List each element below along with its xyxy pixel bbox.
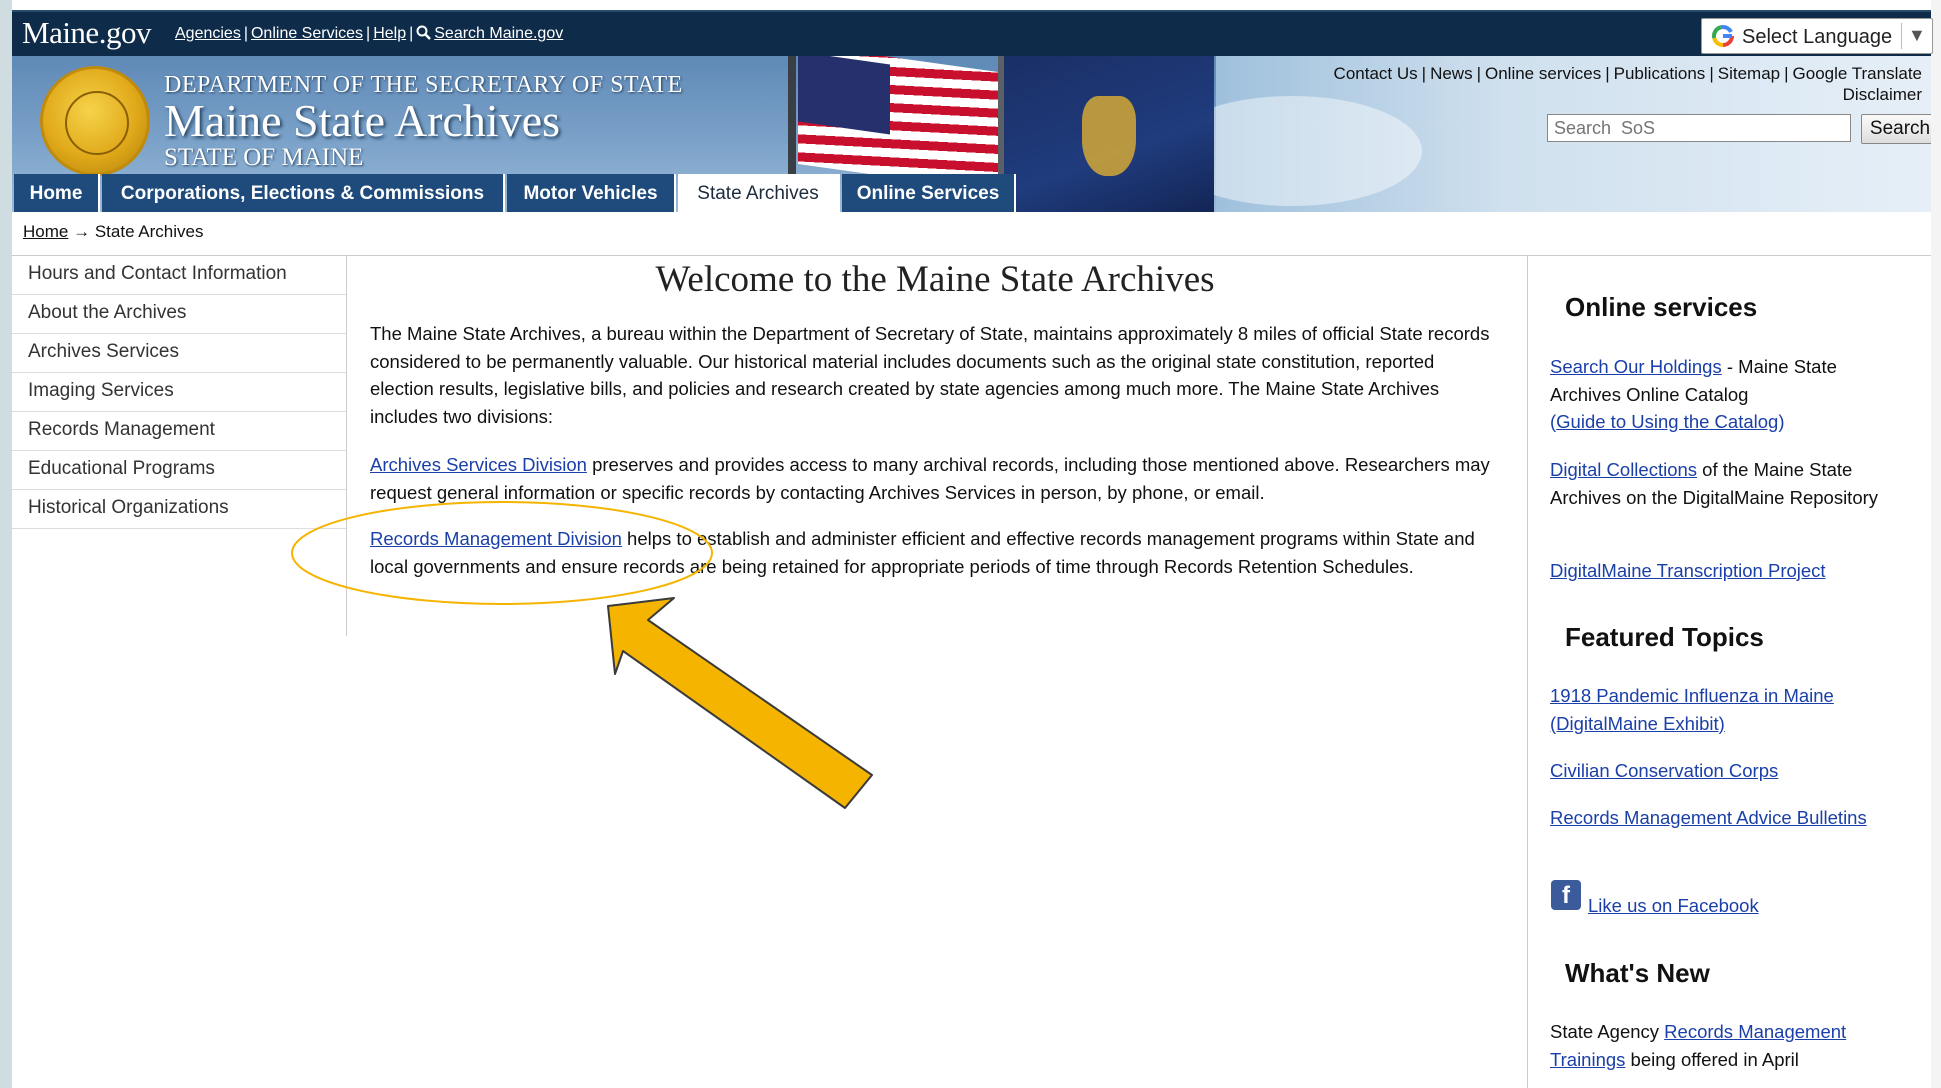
breadcrumb-home-link[interactable]: Home xyxy=(23,222,68,241)
disclaimer-link[interactable]: Disclaimer xyxy=(1802,85,1922,105)
facebook-icon[interactable]: f xyxy=(1551,880,1581,910)
dropdown-arrow-icon: ▼ xyxy=(1908,25,1926,45)
civilian-conservation-corps-link[interactable]: Civilian Conservation Corps xyxy=(1550,760,1778,781)
sitemap-link[interactable]: Sitemap xyxy=(1718,64,1780,83)
search-maine-gov-link[interactable]: Search Maine.gov xyxy=(434,25,563,42)
google-g-icon xyxy=(1710,23,1736,49)
featured-item: Records Management Advice Bulletins xyxy=(1550,804,1890,832)
search-icon xyxy=(416,25,432,45)
us-flag-canton xyxy=(798,56,890,135)
whats-new-suffix: being offered in April xyxy=(1625,1048,1799,1070)
sidebar-divider xyxy=(346,256,347,636)
maine-gov-logo[interactable]: Maine.gov xyxy=(22,15,151,51)
whats-new-prefix: State Agency xyxy=(1550,1021,1665,1042)
site-title[interactable]: Maine State Archives xyxy=(164,94,560,147)
intro-paragraph: The Maine State Archives, a bureau withi… xyxy=(370,323,1490,427)
transcription-item: DigitalMaine Transcription Project xyxy=(1550,557,1890,585)
whats-new-heading: What's New xyxy=(1565,958,1710,988)
sidebar-item-educational-programs[interactable]: Educational Programs xyxy=(12,451,346,490)
breadcrumb-current: State Archives xyxy=(94,222,204,241)
window-left-edge xyxy=(0,0,12,1088)
facebook-item: Like us on Facebook xyxy=(1588,892,1888,920)
records-division-paragraph: Records Management Division helps to est… xyxy=(370,525,1500,580)
publications-link[interactable]: Publications xyxy=(1614,64,1706,83)
left-sidebar-nav: Hours and Contact Information About the … xyxy=(12,256,346,529)
whats-new-item: State Agency Records Management Training… xyxy=(1550,1018,1890,1073)
contact-us-link[interactable]: Contact Us xyxy=(1334,64,1418,83)
archives-division-paragraph: Archives Services Division preserves and… xyxy=(370,451,1500,506)
guide-to-catalog-link[interactable]: Guide to Using the Catalog xyxy=(1556,411,1778,432)
window-right-edge xyxy=(1931,0,1941,1088)
maine-gov-topbar: Maine.gov Agencies | Online Services | Help |… xyxy=(12,10,1933,58)
dropdown-divider xyxy=(1901,23,1902,49)
online-services-util-link[interactable]: Online services xyxy=(1485,64,1601,83)
page-title: Welcome to the Maine State Archives xyxy=(655,259,1215,300)
annotation-arrow-icon xyxy=(607,597,873,809)
tab-motor-vehicles[interactable]: Motor Vehicles xyxy=(507,174,676,212)
transcription-project-link[interactable]: DigitalMaine Transcription Project xyxy=(1550,560,1826,581)
sos-search-input[interactable] xyxy=(1547,114,1851,142)
topbar-links: Agencies | Online Services | Help | Search Ma… xyxy=(175,25,563,45)
records-management-division-link[interactable]: Records Management Division xyxy=(370,528,622,549)
featured-item: Civilian Conservation Corps xyxy=(1550,757,1890,785)
archives-services-division-link[interactable]: Archives Services Division xyxy=(370,454,587,475)
online-services-heading: Online services xyxy=(1565,292,1758,322)
help-link[interactable]: Help xyxy=(373,25,406,42)
featured-item: 1918 Pandemic Influenza in Maine (Digita… xyxy=(1550,682,1890,737)
state-label: STATE OF MAINE xyxy=(164,144,364,171)
breadcrumb: Home → State Archives xyxy=(23,222,204,242)
tab-online-services[interactable]: Online Services xyxy=(842,174,1016,212)
tab-state-archives[interactable]: State Archives xyxy=(678,174,840,214)
like-us-on-facebook-link[interactable]: Like us on Facebook xyxy=(1588,895,1759,916)
sidebar-item-imaging-services[interactable]: Imaging Services xyxy=(12,373,346,412)
tab-home[interactable]: Home xyxy=(14,174,100,212)
sidebar-item-records-management[interactable]: Records Management xyxy=(12,412,346,451)
breadcrumb-arrow-icon: → xyxy=(73,222,91,241)
digital-collections-item: Digital Collections of the Maine State A… xyxy=(1550,456,1890,511)
digital-collections-link[interactable]: Digital Collections xyxy=(1550,459,1697,480)
maine-flag-emblem xyxy=(1082,96,1136,176)
select-language-dropdown[interactable]: Select Language ▼ xyxy=(1701,18,1933,54)
paren-close: ) xyxy=(1778,411,1785,432)
sidebar-item-historical-organizations[interactable]: Historical Organizations xyxy=(12,490,346,529)
utility-links: Contact Us | News | Online services | Publicat… xyxy=(1333,64,1922,83)
sidebar-item-archives-services[interactable]: Archives Services xyxy=(12,334,346,373)
online-services-link[interactable]: Online Services xyxy=(251,25,363,42)
select-language-label: Select Language xyxy=(1742,26,1893,48)
state-seal-logo xyxy=(40,66,150,176)
agencies-link[interactable]: Agencies xyxy=(175,25,241,42)
featured-topics-heading: Featured Topics xyxy=(1565,622,1764,652)
holdings-item: Search Our Holdings - Maine State Archiv… xyxy=(1550,353,1890,436)
news-link[interactable]: News xyxy=(1430,64,1473,83)
pandemic-1918-link[interactable]: 1918 Pandemic Influenza in Maine (Digita… xyxy=(1550,685,1834,734)
google-translate-link[interactable]: Google Translate xyxy=(1793,64,1922,83)
right-column-divider xyxy=(1527,256,1528,1088)
sidebar-item-hours-contact[interactable]: Hours and Contact Information xyxy=(12,256,346,295)
records-management-bulletins-link[interactable]: Records Management Advice Bulletins xyxy=(1550,807,1867,828)
search-our-holdings-link[interactable]: Search Our Holdings xyxy=(1550,356,1722,377)
sos-search-button[interactable]: Search xyxy=(1861,114,1931,144)
tab-corporations-elections[interactable]: Corporations, Elections & Commissions xyxy=(102,174,505,212)
sidebar-item-about[interactable]: About the Archives xyxy=(12,295,346,334)
